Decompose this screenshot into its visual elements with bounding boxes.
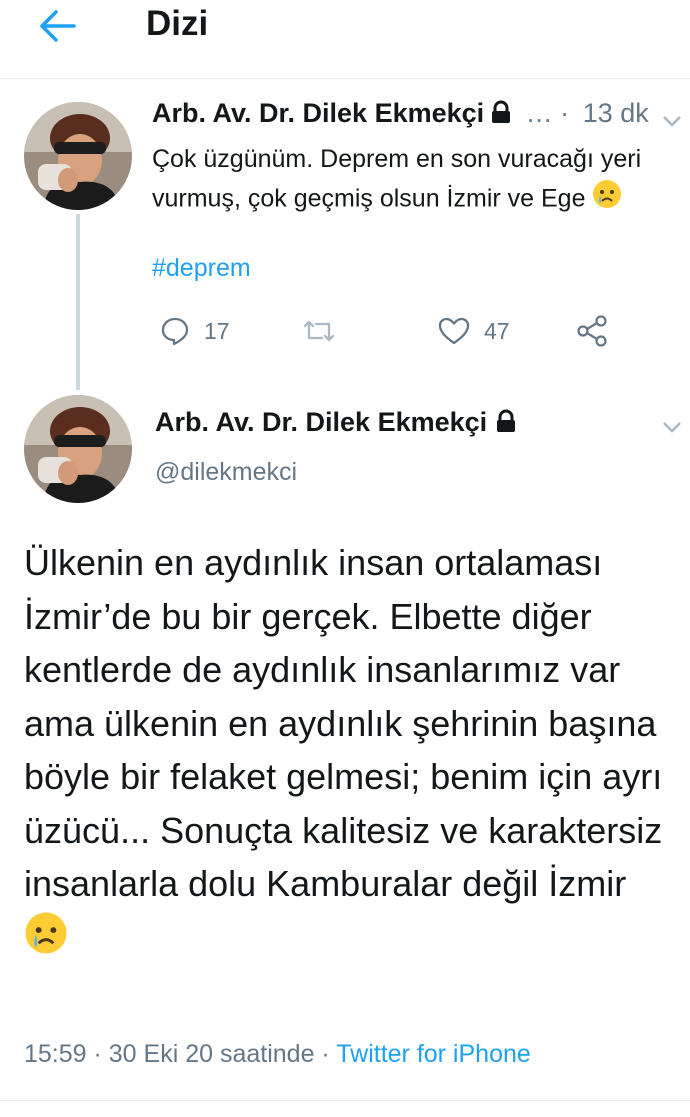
tweet-actions: 17 47: [152, 306, 632, 356]
hashtag-link[interactable]: #deprem: [152, 254, 251, 283]
like-button[interactable]: 47: [438, 306, 510, 356]
tweet-text: Çok üzgünüm. Deprem en son vuracağı yeri…: [152, 140, 682, 221]
retweet-icon: [303, 320, 335, 342]
thread-connector: [76, 214, 80, 390]
tweet-separator: … ·: [525, 98, 570, 128]
reply-icon: [161, 317, 189, 346]
author-handle[interactable]: @dilekmekci: [155, 458, 297, 487]
share-button[interactable]: [576, 306, 608, 356]
timestamp-text: 15:59 · 30 Eki 20 saatinde ·: [24, 1040, 330, 1068]
lock-icon: [490, 100, 512, 131]
arrow-left-icon: [40, 10, 76, 42]
tweet-text: Ülkenin en aydınlık insan ortalaması İzm…: [24, 536, 674, 969]
share-icon: [577, 315, 607, 347]
like-count: 47: [484, 317, 510, 344]
heart-icon: [438, 317, 470, 345]
tweet-header: Arb. Av. Dr. Dilek Ekmekçi … · 13 dk: [152, 98, 649, 131]
page-title: Dizi: [146, 4, 209, 43]
crying-face-emoji: [592, 179, 622, 221]
chevron-down-icon[interactable]: [662, 420, 682, 434]
avatar[interactable]: [24, 395, 132, 503]
retweet-button[interactable]: [302, 306, 336, 356]
avatar[interactable]: [24, 102, 132, 210]
top-bar: Dizi: [0, 0, 690, 79]
author-name[interactable]: Arb. Av. Dr. Dilek Ekmekçi: [152, 98, 484, 128]
back-button[interactable]: [34, 4, 86, 48]
chevron-down-icon[interactable]: [662, 114, 682, 128]
crying-face-emoji: [24, 911, 68, 970]
divider: [0, 1100, 690, 1101]
author-name[interactable]: Arb. Av. Dr. Dilek Ekmekçi: [155, 407, 487, 437]
tweet-time[interactable]: 13 dk: [583, 98, 649, 128]
tweet-timestamp: 15:59 · 30 Eki 20 saatinde · Twitter for…: [24, 1040, 531, 1069]
lock-icon: [495, 409, 517, 440]
tweet-text-content: Ülkenin en aydınlık insan ortalaması İzm…: [24, 542, 663, 904]
source-link[interactable]: Twitter for iPhone: [336, 1040, 531, 1068]
reply-button[interactable]: 17: [160, 306, 230, 356]
tweet-text-content: Çok üzgünüm. Deprem en son vuracağı yeri…: [152, 145, 642, 213]
tweet-header: Arb. Av. Dr. Dilek Ekmekçi: [155, 407, 517, 440]
reply-count: 17: [204, 317, 230, 344]
